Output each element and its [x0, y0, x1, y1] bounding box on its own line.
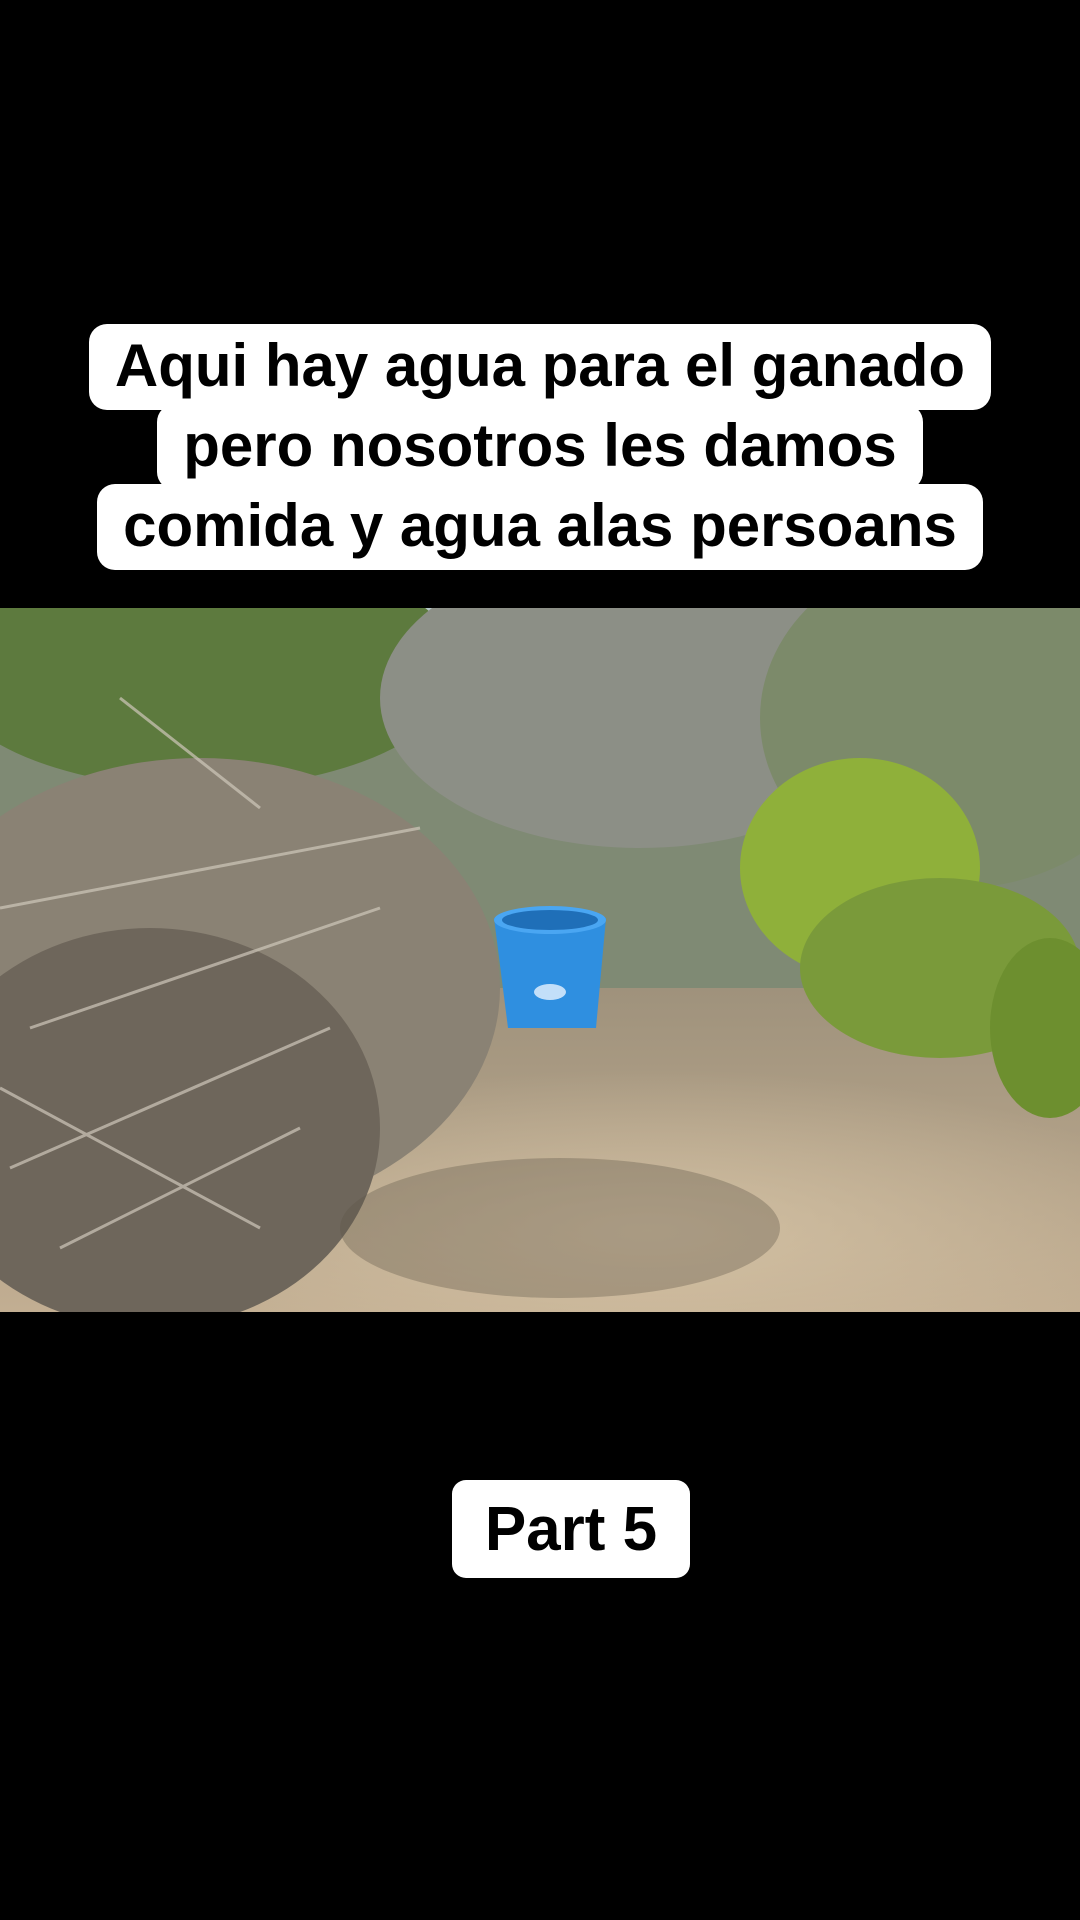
caption-line-3: comida y agua alas persoans: [97, 484, 983, 570]
bucket-icon: [494, 906, 606, 1028]
brush-scene-image: [0, 608, 1080, 1312]
video-frame[interactable]: [0, 608, 1080, 1312]
part-label: Part 5: [452, 1480, 690, 1578]
video-screen[interactable]: Aqui hay agua para el ganado pero nosotr…: [0, 0, 1080, 1920]
caption-line-1: Aqui hay agua para el ganado: [88, 324, 992, 410]
caption-line-2: pero nosotros les damos: [157, 404, 923, 490]
caption-overlay: Aqui hay agua para el ganado pero nosotr…: [0, 324, 1080, 570]
